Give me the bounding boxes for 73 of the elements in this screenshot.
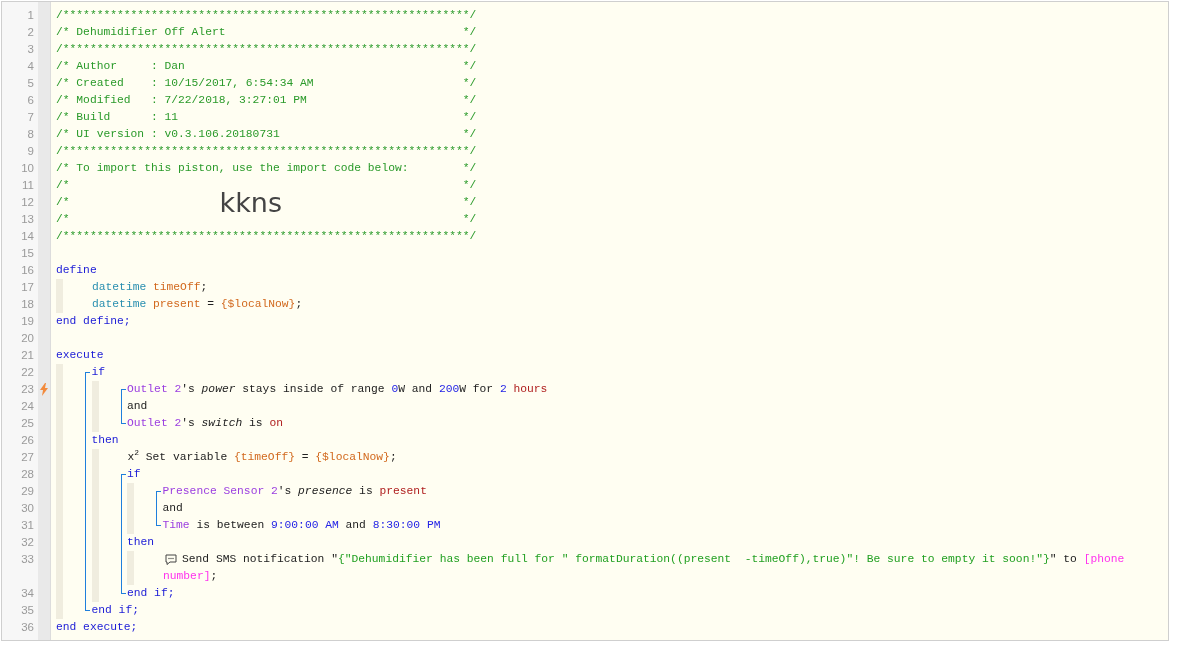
line-number: 35: [20, 603, 35, 618]
code-line: x$^{2}$ Set variable {timeOff} = {$localNow};: [127, 449, 397, 465]
line-number: 11: [21, 178, 35, 193]
code-line: then: [91, 433, 119, 448]
code-line: end if;: [127, 586, 175, 601]
line-number: 3: [26, 42, 35, 57]
code-line: /* Dehumidifier Off Alert */: [56, 25, 477, 40]
lightning-icon: [40, 383, 48, 396]
line-number: 31: [20, 518, 35, 533]
line-number: 32: [20, 535, 35, 550]
line-number: 33: [20, 552, 35, 567]
speech-bubble-icon: [165, 554, 177, 565]
code-line: if: [91, 365, 106, 380]
code-line: Outlet 2's switch is on: [127, 416, 283, 431]
line-number: 6: [26, 93, 35, 108]
line-number: 12: [20, 195, 35, 210]
line-number: 18: [20, 297, 35, 312]
code-line: Outlet 2's power stays inside of range 0W and 200W for 2 hours: [127, 382, 548, 397]
line-number: 19: [20, 314, 35, 329]
code-line: datetime timeOff;: [92, 280, 208, 295]
block-bracket: [156, 491, 161, 526]
line-number: 13: [20, 212, 35, 227]
code-line: if: [127, 467, 141, 482]
code-line: define: [56, 263, 97, 278]
line-number: 34: [20, 586, 35, 601]
line-number: 25: [20, 416, 35, 431]
code-line: Presence Sensor 2's presence is present: [162, 484, 427, 499]
line-number: 10: [20, 161, 35, 176]
code-line: then: [127, 535, 155, 550]
line-number: 27: [20, 450, 35, 465]
code-line: /* Modified : 7/22/2018, 3:27:01 PM */: [56, 93, 477, 108]
code-line: /* Build : 11 */: [56, 110, 477, 125]
code-line: end define;: [56, 314, 131, 329]
line-number: 17: [20, 280, 35, 295]
code-line: /************************************************************/: [56, 144, 477, 159]
line-number: 22: [20, 365, 35, 380]
line-number: 2: [26, 25, 35, 40]
comment-end: */: [462, 195, 477, 210]
line-number: 21: [20, 348, 35, 363]
line-number: 26: [20, 433, 35, 448]
code-line: and: [162, 501, 183, 516]
code-line: /************************************************************/: [56, 42, 477, 57]
code-line: Time is between 9:00:00 AM and 8:30:00 PM: [162, 518, 441, 533]
code-line: /* UI version : v0.3.106.20180731 */: [56, 127, 477, 142]
line-number: 28: [20, 467, 35, 482]
comment-text: /*: [56, 195, 70, 210]
code-line: end execute;: [56, 620, 138, 635]
code-line: Send SMS notification "{"Dehumidifier has been full for " formatDuration((present -timeOff),true)"! Be sure to empty it soon!"}" to [phone number];: [163, 552, 1125, 584]
line-number: 14: [20, 229, 35, 244]
line-number: 30: [20, 501, 35, 516]
code-line: /* To import this piston, use the import code below: */: [56, 161, 477, 176]
code-line: datetime present = {$localNow};: [92, 297, 303, 312]
block-bracket: [120, 389, 126, 424]
code-line: execute: [56, 348, 104, 363]
line-number: 5: [26, 76, 35, 91]
line-number: 7: [26, 110, 35, 125]
line-number: 24: [20, 399, 35, 414]
code-line: /* Created : 10/15/2017, 6:54:34 AM */: [56, 76, 477, 91]
code-line: and: [127, 399, 148, 414]
code-line: /************************************************************/: [56, 8, 477, 23]
code-line: /************************************************************/: [56, 229, 477, 244]
code-line: /* Author : Dan */: [56, 59, 477, 74]
line-number: 9: [26, 144, 35, 159]
line-number: 8: [26, 127, 35, 142]
line-number: 16: [20, 263, 35, 278]
line-number: 20: [20, 331, 35, 346]
line-number: 36: [20, 620, 35, 635]
code-line: end if;: [91, 603, 139, 618]
line-number: 1: [26, 8, 35, 23]
line-number: 4: [26, 59, 35, 74]
line-number: 15: [20, 246, 35, 261]
line-number: 29: [20, 484, 35, 499]
line-number: 23: [20, 382, 35, 397]
